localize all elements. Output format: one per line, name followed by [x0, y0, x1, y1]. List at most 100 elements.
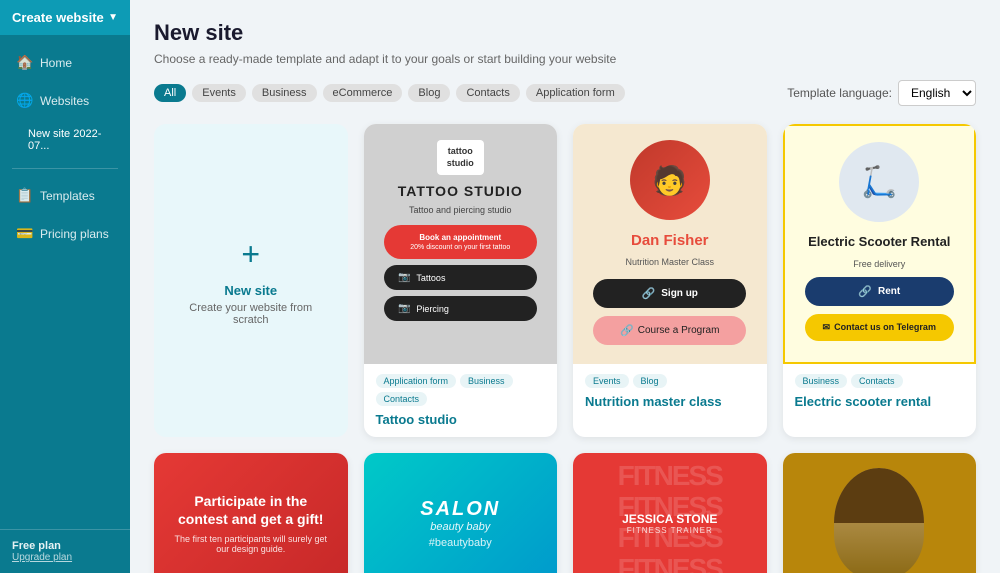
link-icon: 🔗 — [642, 287, 656, 300]
nutrition-course-btn: 🔗 Course a Program — [593, 316, 746, 345]
tattoo-tags: Application form Business Contacts — [376, 374, 546, 406]
scooter-tag-1: Contacts — [851, 374, 903, 388]
link-icon-2: 🔗 — [620, 324, 634, 337]
instagram-icon-2: 📷 — [398, 303, 410, 314]
tattoo-tag-1: Business — [460, 374, 513, 388]
tattoo-tag-2: Contacts — [376, 392, 428, 406]
plus-icon: + — [241, 236, 260, 273]
new-site-card-label: New site — [224, 283, 277, 298]
tattoo-title: TATTOO STUDIO — [398, 183, 523, 199]
templates-icon: 📋 — [16, 187, 32, 204]
nutrition-tags: Events Blog — [585, 374, 755, 388]
template-card-contest[interactable]: Participate in the contest and get a gif… — [154, 453, 348, 573]
scooter-tags: Business Contacts — [795, 374, 965, 388]
sidebar-divider — [12, 168, 118, 169]
free-plan-label: Free plan — [12, 540, 118, 552]
tattoo-logo: tattoo studio — [437, 140, 484, 175]
filter-events[interactable]: Events — [192, 84, 246, 102]
tattoo-card-footer: Application form Business Contacts Tatto… — [364, 364, 558, 437]
filter-bar: All Events Business eCommerce Blog Conta… — [154, 80, 976, 106]
template-card-scooter[interactable]: 🛴 Electric Scooter Rental Free delivery … — [783, 124, 977, 437]
tattoo-card-name: Tattoo studio — [376, 412, 546, 427]
sidebar-item-pricing-label: Pricing plans — [40, 227, 109, 241]
nutrition-class-label: Nutrition Master Class — [625, 257, 714, 267]
scooter-card-name: Electric scooter rental — [795, 394, 965, 409]
fitness-sub: FITNESS TRAINER — [627, 526, 713, 535]
sidebar-item-templates-label: Templates — [40, 189, 95, 203]
nutrition-person-name: Dan Fisher — [631, 232, 709, 249]
template-card-beauty[interactable]: SALON beauty baby #beautybaby — [364, 453, 558, 573]
tattoo-book-btn: Book an appointment 20% discount on your… — [384, 225, 537, 259]
scooter-title: Electric Scooter Rental — [808, 234, 950, 251]
new-site-label: New site 2022-07... — [28, 128, 118, 152]
fitness-name: JESSICA STONE — [622, 512, 717, 526]
language-select[interactable]: English — [898, 80, 976, 106]
template-language-label: Template language: — [787, 86, 892, 100]
sidebar-item-pricing[interactable]: 💳 Pricing plans — [4, 215, 126, 252]
page-subtitle: Choose a ready-made template and adapt i… — [154, 52, 976, 66]
sidebar-bottom: Free plan Upgrade plan — [0, 529, 130, 573]
scooter-rent-btn: 🔗 Rent — [805, 277, 954, 306]
template-card-nutrition[interactable]: 🧑 Dan Fisher Nutrition Master Class 🔗 Si… — [573, 124, 767, 437]
contest-preview: Participate in the contest and get a gif… — [154, 453, 348, 573]
chevron-down-icon: ▼ — [108, 12, 118, 23]
tattoo-piercing-btn: 📷 Piercing — [384, 296, 537, 321]
scooter-img: 🛴 — [839, 142, 919, 222]
sidebar-item-new-site[interactable]: New site 2022-07... — [0, 120, 130, 160]
scooter-contact-btn: ✉ Contact us on Telegram — [805, 314, 954, 341]
upgrade-plan-link[interactable]: Upgrade plan — [12, 552, 118, 563]
template-card-tattoo[interactable]: tattoo studio TATTOO STUDIO Tattoo and p… — [364, 124, 558, 437]
sidebar-nav: 🏠 Home 🌐 Websites New site 2022-07... 📋 … — [0, 35, 130, 529]
nutrition-tag-1: Blog — [633, 374, 667, 388]
pricing-icon: 💳 — [16, 225, 32, 242]
filter-ecommerce[interactable]: eCommerce — [323, 84, 403, 102]
beauty-hashtag: #beautybaby — [429, 537, 492, 549]
scooter-tag-0: Business — [795, 374, 848, 388]
sidebar-item-websites[interactable]: 🌐 Websites — [4, 82, 126, 119]
template-card-fitness[interactable]: FITNESSFITNESSFITNESSFITNESS JESSICA STO… — [573, 453, 767, 573]
beauty-salon-text: SALON — [420, 498, 500, 521]
filter-blog[interactable]: Blog — [408, 84, 450, 102]
template-language-selector: Template language: English — [787, 80, 976, 106]
beauty-baby-text: beauty baby — [430, 521, 490, 533]
filter-business[interactable]: Business — [252, 84, 317, 102]
create-website-label: Create website — [12, 10, 104, 25]
template-grid-row2: Participate in the contest and get a gif… — [154, 453, 976, 573]
nutrition-card-name: Nutrition master class — [585, 394, 755, 409]
template-grid: + New site Create your website from scra… — [154, 124, 976, 437]
filter-all[interactable]: All — [154, 84, 186, 102]
tattoo-tag-0: Application form — [376, 374, 457, 388]
filter-contacts[interactable]: Contacts — [456, 84, 519, 102]
filter-application-form[interactable]: Application form — [526, 84, 625, 102]
websites-icon: 🌐 — [16, 92, 32, 109]
scooter-preview: 🛴 Electric Scooter Rental Free delivery … — [783, 124, 977, 364]
instagram-icon: 📷 — [398, 272, 410, 283]
contest-title: Participate in the contest and get a gif… — [170, 492, 332, 528]
sidebar-item-home[interactable]: 🏠 Home — [4, 44, 126, 81]
contest-desc: The first ten participants will surely g… — [170, 534, 332, 554]
new-site-card-desc: Create your website from scratch — [176, 302, 326, 326]
nutrition-preview: 🧑 Dan Fisher Nutrition Master Class 🔗 Si… — [573, 124, 767, 364]
tattoo-sub: Tattoo and piercing studio — [409, 205, 512, 215]
beauty-preview: SALON beauty baby #beautybaby — [364, 453, 558, 573]
tattoo-tattoos-btn: 📷 Tattoos — [384, 265, 537, 290]
nutrition-person-img: 🧑 — [630, 140, 710, 220]
fitness-preview: FITNESSFITNESSFITNESSFITNESS JESSICA STO… — [573, 453, 767, 573]
home-icon: 🏠 — [16, 54, 32, 71]
scooter-desc: Free delivery — [853, 259, 905, 269]
nutrition-card-footer: Events Blog Nutrition master class — [573, 364, 767, 419]
create-website-button[interactable]: Create website ▼ — [0, 0, 130, 35]
tattoo-preview: tattoo studio TATTOO STUDIO Tattoo and p… — [364, 124, 558, 364]
sidebar-item-websites-label: Websites — [40, 94, 89, 108]
nutrition-tag-0: Events — [585, 374, 629, 388]
link-icon-3: 🔗 — [858, 285, 872, 298]
portrait-hair — [834, 468, 924, 523]
sidebar: Create website ▼ 🏠 Home 🌐 Websites New s… — [0, 0, 130, 573]
new-site-create-card[interactable]: + New site Create your website from scra… — [154, 124, 348, 437]
portrait-preview — [783, 453, 977, 573]
portrait-face — [834, 468, 924, 573]
sidebar-item-templates[interactable]: 📋 Templates — [4, 177, 126, 214]
template-card-portrait[interactable] — [783, 453, 977, 573]
telegram-icon: ✉ — [823, 322, 831, 333]
nutrition-signup-btn: 🔗 Sign up — [593, 279, 746, 308]
